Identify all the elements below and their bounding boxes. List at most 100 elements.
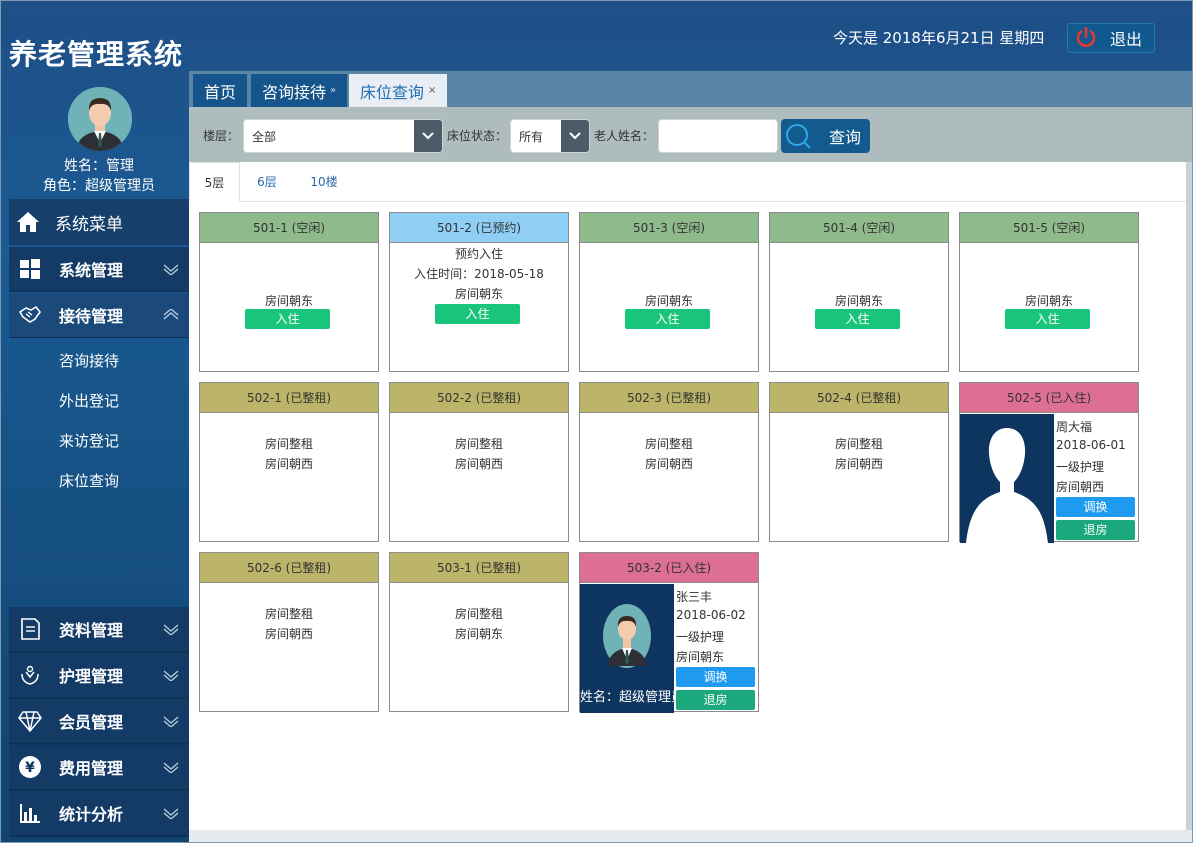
room-header: 501-1 (空闲) <box>200 213 378 243</box>
checkin-date: 入住时间：2018-05-18 <box>414 267 544 281</box>
room-orientation: 房间朝西 <box>1056 480 1105 494</box>
system-menu-header[interactable]: 系统菜单 <box>9 199 189 245</box>
elder-name-label: 老人姓名： <box>594 129 655 143</box>
person-silhouette-icon <box>960 414 1054 543</box>
check-in-button[interactable]: 入住 <box>1005 309 1090 329</box>
user-avatar-icon <box>68 87 132 151</box>
menu-item-profile[interactable]: 资料管理 <box>9 607 189 652</box>
chevron-down-icon <box>161 715 181 727</box>
room-card-501-3: 501-3 (空闲) 房间朝东 入住 <box>579 212 759 372</box>
menu-item-reception[interactable]: 接待管理 <box>9 293 189 338</box>
room-card-502-2: 502-2 (已整租) 房间整租 房间朝西 <box>389 382 569 542</box>
room-rent-status: 房间整租 <box>264 607 313 621</box>
check-out-button[interactable]: 退房 <box>1056 520 1135 540</box>
room-orientation: 房间朝东 <box>644 294 693 308</box>
reservation-note: 预约入住 <box>454 247 503 261</box>
submenu-item-outing[interactable]: 外出登记 <box>9 381 189 421</box>
menu-item-fees[interactable]: ¥ 费用管理 <box>9 745 189 790</box>
tab-consult[interactable]: 咨询接待 » <box>251 74 348 107</box>
care-hands-icon <box>17 662 43 688</box>
submenu-item-visit[interactable]: 来访登记 <box>9 421 189 461</box>
room-header: 502-2 (已整租) <box>390 383 568 413</box>
search-icon <box>786 124 811 149</box>
checkin-date: 2018-06-02 <box>676 608 746 622</box>
swap-room-button[interactable]: 调换 <box>676 667 755 687</box>
menu-item-label: 接待管理 <box>59 307 124 326</box>
floor-select-value: 全部 <box>252 129 277 144</box>
system-menu-title: 系统菜单 <box>55 214 123 235</box>
floor-label: 楼层： <box>203 129 240 143</box>
tab-label: 咨询接待 <box>262 82 327 102</box>
check-out-button[interactable]: 退房 <box>676 690 755 710</box>
room-card-501-4: 501-4 (空闲) 房间朝东 入住 <box>769 212 949 372</box>
tab-bed-query[interactable]: 床位查询 × <box>349 74 448 107</box>
logout-button[interactable]: 退出 <box>1067 23 1155 53</box>
check-in-button[interactable]: 入住 <box>815 309 900 329</box>
tab-home[interactable]: 首页 <box>193 74 248 107</box>
floor-tab-6[interactable]: 6层 <box>245 162 289 202</box>
user-name: 姓名：管理 <box>64 158 134 174</box>
room-card-502-6: 502-6 (已整租) 房间整租 房间朝西 <box>199 552 379 712</box>
logout-label: 退出 <box>1110 30 1143 49</box>
sidebar-bottom-menu: 资料管理 护理管理 会员管理 ¥ 费用管理 统计分析 <box>9 607 189 837</box>
room-header: 501-2 (已预约) <box>390 213 568 243</box>
chevron-down-icon <box>161 623 181 635</box>
elder-name: 周大福 <box>1056 420 1093 434</box>
check-in-button[interactable]: 入住 <box>245 309 330 329</box>
room-rent-status: 房间整租 <box>834 437 883 451</box>
status-select-value: 所有 <box>519 129 544 144</box>
floor-tab-5[interactable]: 5层 <box>189 162 240 202</box>
care-level: 一级护理 <box>1056 460 1105 474</box>
floor-tab-10[interactable]: 10楼 <box>299 162 349 202</box>
avatar[interactable] <box>68 87 132 151</box>
chevron-up-icon <box>161 309 181 321</box>
yen-icon: ¥ <box>17 754 43 780</box>
check-in-button[interactable]: 入住 <box>435 304 520 324</box>
chevron-down-icon <box>161 761 181 773</box>
menu-item-label: 系统管理 <box>59 261 124 280</box>
query-button[interactable]: 查询 <box>781 119 870 153</box>
status-bar <box>189 830 1192 842</box>
room-header: 503-2 (已入住) <box>580 553 758 583</box>
date-text: 今天是 2018年6月21日 星期四 <box>833 29 1045 47</box>
room-header: 502-1 (已整租) <box>200 383 378 413</box>
room-orientation: 房间朝西 <box>264 457 313 471</box>
tab-close-icon[interactable]: × <box>428 85 436 96</box>
menu-item-nursing[interactable]: 护理管理 <box>9 653 189 698</box>
room-card-503-2: 503-2 (已入住) 姓名：超级管理员 张三丰 2018-06-02 一级护理… <box>579 552 759 713</box>
tab-close-icon[interactable]: » <box>330 85 336 96</box>
elder-photo: 姓名：超级管理员 <box>580 584 674 713</box>
submenu-item-consult[interactable]: 咨询接待 <box>9 341 189 381</box>
room-orientation: 房间朝东 <box>454 627 503 641</box>
elder-name-input[interactable] <box>658 119 778 153</box>
home-icon <box>17 212 39 232</box>
elder-name: 张三丰 <box>676 590 713 604</box>
menu-item-member[interactable]: 会员管理 <box>9 699 189 744</box>
tab-label: 首页 <box>204 82 237 102</box>
chevron-down-icon <box>414 120 442 152</box>
room-header: 502-4 (已整租) <box>770 383 948 413</box>
status-select[interactable]: 所有 <box>510 119 590 153</box>
swap-room-button[interactable]: 调换 <box>1056 497 1135 517</box>
windows-icon <box>17 256 43 282</box>
room-card-502-4: 502-4 (已整租) 房间整租 房间朝西 <box>769 382 949 542</box>
checkin-date: 2018-06-01 <box>1056 438 1126 452</box>
vertical-scrollbar[interactable] <box>1186 162 1192 842</box>
room-orientation: 房间朝西 <box>264 627 313 641</box>
check-in-button[interactable]: 入住 <box>625 309 710 329</box>
menu-item-label: 护理管理 <box>59 667 124 686</box>
room-orientation: 房间朝东 <box>454 287 503 301</box>
svg-text:¥: ¥ <box>25 760 35 776</box>
floor-select[interactable]: 全部 <box>243 119 443 153</box>
room-header: 502-5 (已入住) <box>960 383 1138 413</box>
photo-caption: 姓名：超级管理员 <box>580 690 674 705</box>
room-card-501-1: 501-1 (空闲) 房间朝东 入住 <box>199 212 379 372</box>
menu-item-label: 资料管理 <box>59 621 124 640</box>
document-icon <box>17 616 43 642</box>
status-label: 床位状态： <box>447 129 508 143</box>
menu-item-statistics[interactable]: 统计分析 <box>9 791 189 836</box>
submenu-item-bed-query[interactable]: 床位查询 <box>9 461 189 501</box>
room-card-502-1: 502-1 (已整租) 房间整租 房间朝西 <box>199 382 379 542</box>
sidebar: 姓名：管理 角色：超级管理员 系统菜单 系统管理 接待管理 咨询接待 外出登记 <box>9 71 189 837</box>
menu-item-system[interactable]: 系统管理 <box>9 247 189 292</box>
